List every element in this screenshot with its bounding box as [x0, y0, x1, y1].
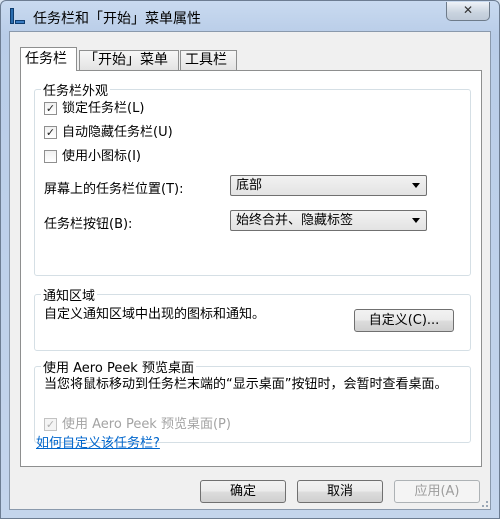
- chevron-down-icon: [412, 183, 420, 188]
- autohide-checkbox[interactable]: ✓: [44, 126, 57, 139]
- close-button[interactable]: ✕: [446, 2, 490, 21]
- tab-toolbars[interactable]: 工具栏: [180, 50, 237, 70]
- location-label: 屏幕上的任务栏位置(T):: [44, 182, 184, 197]
- window-title: 任务栏和「开始」菜单属性: [33, 11, 201, 27]
- buttons-label: 任务栏按钮(B):: [44, 217, 133, 232]
- taskbar-tab-panel: 任务栏外观 ✓ 锁定任务栏(L) ✓ 自动隐藏任务栏(U) 使用小图标(I) 屏…: [20, 70, 482, 467]
- lock-taskbar-checkbox[interactable]: ✓: [44, 102, 57, 115]
- aero-peek-description: 当您将鼠标移动到任务栏末端的“显示桌面”按钮时，会暂时查看桌面。: [44, 377, 448, 392]
- taskbar-icon: [10, 8, 25, 24]
- autohide-label: 自动隐藏任务栏(U): [62, 125, 173, 140]
- taskbar-icon-bar-vertical: [10, 8, 14, 24]
- apply-button: 应用(A): [394, 480, 480, 503]
- customize-button[interactable]: 自定义(C)...: [354, 309, 454, 332]
- small-icons-checkbox[interactable]: [44, 150, 57, 163]
- chevron-down-icon: [412, 218, 420, 223]
- location-value: 底部: [236, 178, 263, 193]
- resize-grip-icon[interactable]: [478, 497, 488, 507]
- taskbar-icon-bar-horizontal: [15, 20, 25, 24]
- aero-peek-label: 使用 Aero Peek 预览桌面(P): [62, 417, 231, 432]
- notification-legend: 通知区域: [41, 285, 98, 304]
- help-link[interactable]: 如何自定义该任务栏?: [36, 432, 160, 451]
- buttons-select[interactable]: 始终合并、隐藏标签: [230, 210, 427, 231]
- tab-taskbar[interactable]: 任务栏: [20, 47, 77, 71]
- appearance-group: 任务栏外观 ✓ 锁定任务栏(L) ✓ 自动隐藏任务栏(U) 使用小图标(I) 屏…: [34, 80, 471, 276]
- notification-group: 通知区域 自定义通知区域中出现的图标和通知。 自定义(C)...: [34, 285, 471, 351]
- notification-description: 自定义通知区域中出现的图标和通知。: [44, 307, 266, 322]
- appearance-legend: 任务栏外观: [41, 80, 111, 99]
- buttons-value: 始终合并、隐藏标签: [236, 213, 354, 228]
- location-select[interactable]: 底部: [230, 175, 427, 196]
- aero-peek-legend: 使用 Aero Peek 预览桌面: [41, 357, 196, 376]
- properties-window: 任务栏和「开始」菜单属性 ✕ 任务栏 「开始」菜单 工具栏 任务栏外观 ✓ 锁定…: [0, 0, 500, 519]
- close-icon: ✕: [462, 3, 474, 17]
- dialog-client: 任务栏 「开始」菜单 工具栏 任务栏外观 ✓ 锁定任务栏(L) ✓ 自动隐藏任务…: [9, 31, 491, 510]
- ok-button[interactable]: 确定: [200, 480, 286, 503]
- cancel-button[interactable]: 取消: [297, 480, 383, 503]
- small-icons-label: 使用小图标(I): [62, 149, 141, 164]
- tab-start-menu[interactable]: 「开始」菜单: [79, 50, 179, 70]
- aero-peek-checkbox: ✓: [44, 418, 57, 431]
- title-bar[interactable]: 任务栏和「开始」菜单属性 ✕: [1, 1, 499, 31]
- lock-taskbar-label: 锁定任务栏(L): [62, 101, 145, 116]
